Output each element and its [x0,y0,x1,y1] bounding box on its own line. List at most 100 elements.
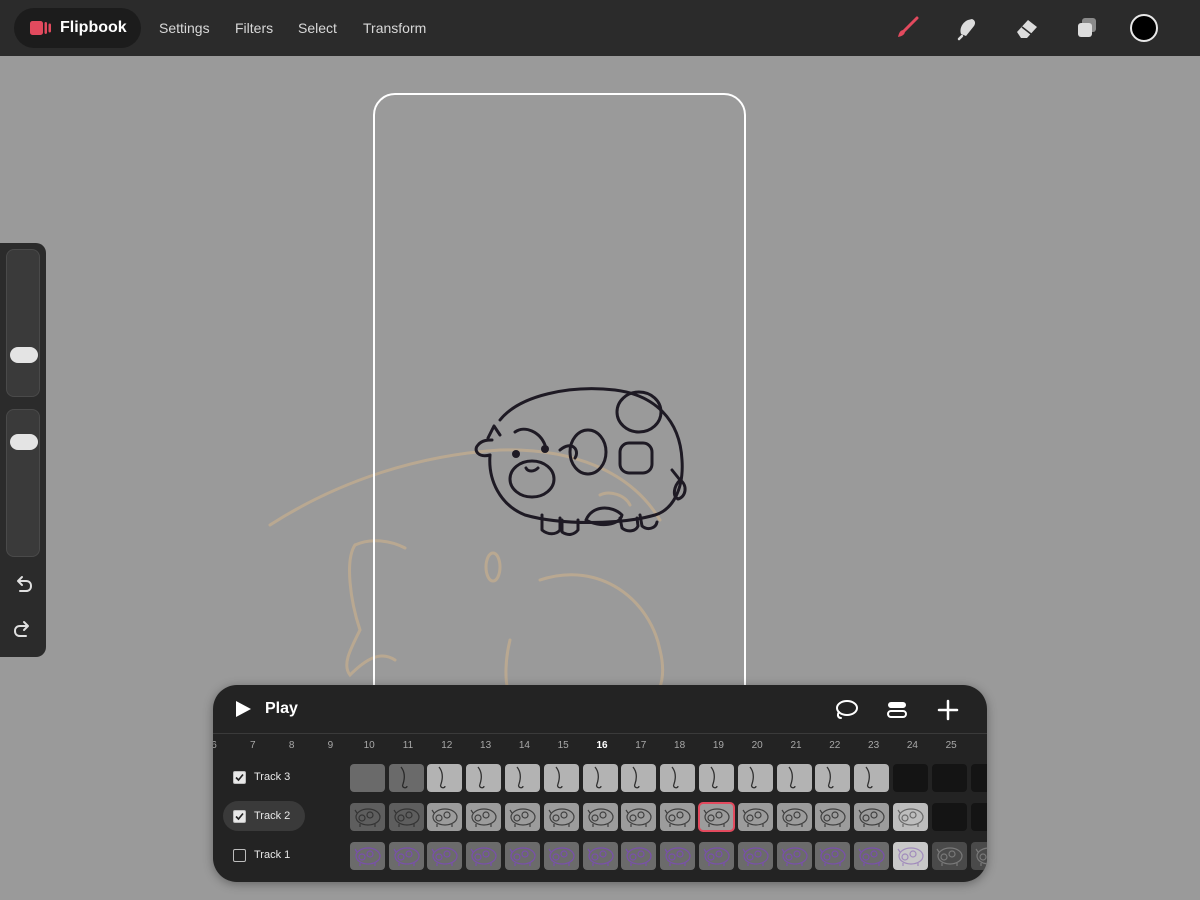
frame-number[interactable]: 15 [545,740,581,751]
frame-number[interactable]: 23 [856,740,892,751]
frame-number[interactable]: 11 [390,740,426,751]
frame-cell[interactable] [776,803,812,831]
track-1-checkbox[interactable] [233,848,246,862]
frame-cell[interactable] [505,764,540,792]
frame-cell[interactable] [815,764,851,792]
frame-cell[interactable] [970,842,987,870]
frame-cell[interactable] [893,764,928,792]
smudge-tool-button[interactable] [951,12,983,44]
frame-number[interactable]: 7 [235,740,271,751]
track-1-toggle[interactable]: Track 1 [223,840,305,870]
frame-cell[interactable] [931,842,967,870]
frame-cell[interactable] [466,764,502,792]
frame-cell[interactable] [931,764,967,792]
frame-cell[interactable] [427,803,463,831]
frame-cell[interactable] [427,764,463,792]
frame-cell[interactable] [349,803,385,831]
frame-cell[interactable] [621,842,657,870]
frame-cell[interactable] [970,764,987,792]
frame-cell[interactable] [699,764,734,792]
frame-cell[interactable] [505,842,540,870]
menu-filters[interactable]: Filters [235,20,273,36]
frame-cell[interactable] [660,842,696,870]
frame-cell[interactable] [466,842,502,870]
track-2-toggle[interactable]: Track 2 [223,801,305,831]
brush-size-slider[interactable] [6,249,40,397]
frame-number[interactable]: 12 [429,740,465,751]
frame-cell[interactable] [660,803,696,831]
frame-number[interactable]: 17 [623,740,659,751]
frame-cell[interactable] [776,764,812,792]
brush-icon [898,16,919,37]
color-picker-button[interactable] [1130,14,1158,42]
frame-cell[interactable] [582,842,618,870]
frame-cell[interactable] [776,842,812,870]
menu-select[interactable]: Select [298,20,337,36]
frame-number[interactable]: 2 [972,740,987,751]
track-2-checkbox[interactable] [233,809,246,823]
play-button[interactable]: Play [233,697,298,721]
frame-cell[interactable] [582,803,618,831]
brush-tool-button[interactable] [891,12,923,44]
opacity-slider[interactable] [6,409,40,557]
frame-cell[interactable] [815,803,851,831]
frame-cell[interactable] [582,764,618,792]
add-icon[interactable] [935,697,961,723]
frame-cell[interactable] [543,803,579,831]
frame-cell[interactable] [854,764,890,792]
frame-cell[interactable] [543,842,579,870]
menu-settings[interactable]: Settings [159,20,210,36]
frame-number[interactable]: 9 [312,740,348,751]
frame-cell[interactable] [737,764,773,792]
undo-icon[interactable] [11,572,35,596]
frame-cell[interactable] [893,842,928,870]
frame-number[interactable]: 6 [213,740,232,751]
frame-cell[interactable] [737,842,773,870]
frame-cell[interactable] [660,764,696,792]
redo-icon[interactable] [11,617,35,641]
frame-cell[interactable] [427,842,463,870]
frame-number[interactable]: 20 [739,740,775,751]
timeline-header: Play [213,685,987,733]
eraser-tool-button[interactable] [1011,12,1043,44]
frame-cell[interactable] [543,764,579,792]
frame-cell[interactable] [466,803,502,831]
frame-cell[interactable] [854,842,890,870]
frame-number[interactable]: 13 [468,740,504,751]
frame-cell[interactable] [621,764,657,792]
app-menu-button[interactable]: Flipbook [14,8,141,48]
track-settings-icon[interactable] [884,697,910,723]
frame-cell[interactable] [815,842,851,870]
opacity-thumb[interactable] [10,434,38,450]
frame-number[interactable]: 8 [274,740,310,751]
frame-cell[interactable] [970,803,987,831]
frame-cell[interactable] [349,764,385,792]
frame-number[interactable]: 10 [351,740,387,751]
frame-number[interactable]: 21 [778,740,814,751]
frame-cell[interactable] [349,842,385,870]
track-3-toggle[interactable]: Track 3 [223,762,305,792]
frame-cell[interactable] [388,764,424,792]
frame-number[interactable]: 19 [700,740,736,751]
frame-cell[interactable] [854,803,890,831]
frame-cell[interactable] [931,803,967,831]
frame-cell[interactable] [893,803,928,831]
frame-number[interactable]: 18 [662,740,698,751]
track-3-checkbox[interactable] [233,770,246,784]
frame-cell[interactable] [505,803,540,831]
frame-cell[interactable] [737,803,773,831]
frame-cell[interactable] [699,842,734,870]
frame-number[interactable]: 14 [506,740,542,751]
frame-cell[interactable] [388,803,424,831]
frame-number[interactable]: 25 [933,740,969,751]
frame-cell[interactable] [388,842,424,870]
brush-size-thumb[interactable] [10,347,38,363]
frame-cell[interactable] [698,802,735,832]
frame-number[interactable]: 24 [894,740,930,751]
menu-transform[interactable]: Transform [363,20,426,36]
lasso-icon[interactable] [833,697,859,723]
frame-cell[interactable] [621,803,657,831]
frame-number[interactable]: 22 [817,740,853,751]
frame-number[interactable]: 16 [584,740,620,751]
layers-tool-button[interactable] [1071,12,1103,44]
